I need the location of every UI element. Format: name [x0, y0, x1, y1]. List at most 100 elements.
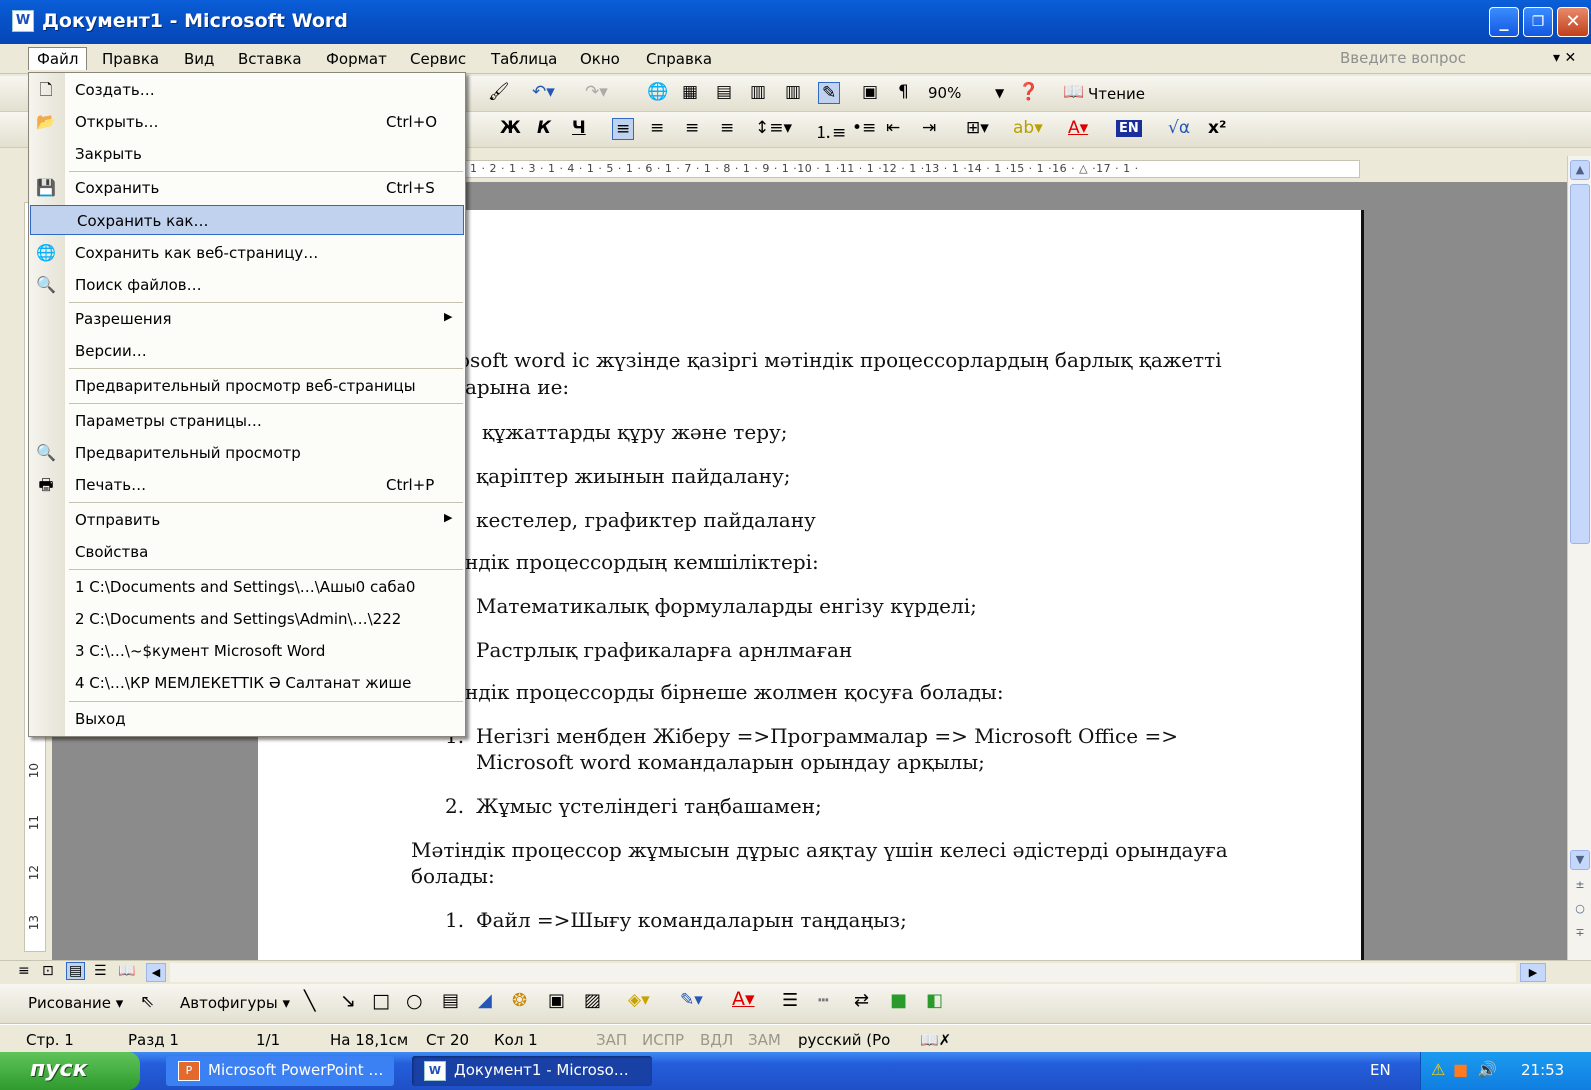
- menu-item-new[interactable]: 🗋 Создать…: [29, 75, 465, 105]
- undo-icon[interactable]: ↶▾: [532, 82, 555, 102]
- justify-icon[interactable]: ≡: [720, 118, 734, 138]
- scroll-right-icon[interactable]: ▶: [1520, 963, 1546, 982]
- word-app-icon[interactable]: W: [12, 10, 34, 32]
- increase-indent-icon[interactable]: ⇥: [922, 118, 936, 138]
- underline-button[interactable]: Ч: [572, 118, 586, 138]
- menu-view[interactable]: Вид: [184, 50, 214, 68]
- menu-item-print-preview[interactable]: 🔍 Предварительный просмотр: [29, 438, 465, 468]
- scroll-left-icon[interactable]: ◀: [146, 963, 166, 982]
- status-ovr[interactable]: ЗАМ: [748, 1031, 781, 1049]
- superscript-icon[interactable]: x²: [1208, 118, 1226, 138]
- help-box-controls[interactable]: ▾ ✕: [1553, 50, 1576, 66]
- task-word[interactable]: W Документ1 - Microso…: [412, 1056, 652, 1086]
- outline-view-icon[interactable]: ☰: [94, 963, 107, 979]
- menu-item-save-as-web[interactable]: 🌐 Сохранить как веб-страницу…: [29, 238, 465, 268]
- web-view-icon[interactable]: ⊡: [42, 963, 54, 979]
- rectangle-icon[interactable]: □: [372, 990, 390, 1012]
- volume-icon[interactable]: 🔊: [1477, 1060, 1497, 1079]
- clock[interactable]: 21:53: [1521, 1061, 1564, 1079]
- insert-excel-icon[interactable]: ▥: [750, 82, 766, 102]
- line-spacing-icon[interactable]: ↕≡▾: [755, 118, 792, 138]
- normal-view-icon[interactable]: ≡: [18, 963, 30, 979]
- tray-app-icon[interactable]: ■: [1453, 1060, 1468, 1079]
- menu-item-recent-3[interactable]: 3 C:\…\~$кумент Microsoft Word: [29, 636, 465, 666]
- title-bar[interactable]: W Документ1 - Microsoft Word _ ❐ ✕: [0, 0, 1591, 44]
- arrow-icon[interactable]: ↘: [340, 990, 356, 1012]
- line-icon[interactable]: ╲: [304, 990, 315, 1012]
- scroll-track[interactable]: [170, 963, 1516, 982]
- menu-item-open[interactable]: 📂 Открыть… Ctrl+O: [29, 107, 465, 137]
- font-color-icon[interactable]: A▾: [1068, 118, 1088, 138]
- ask-question-input[interactable]: Введите вопрос: [1340, 49, 1466, 67]
- menu-item-recent-4[interactable]: 4 C:\…\КР МЕМЛЕКЕТТІК Ә Салтанат жише: [29, 668, 465, 698]
- menu-item-exit[interactable]: Выход: [29, 704, 465, 734]
- textbox-icon[interactable]: ▤: [442, 990, 459, 1011]
- menu-item-page-setup[interactable]: Параметры страницы…: [29, 406, 465, 436]
- zoom-select[interactable]: 90%: [928, 84, 961, 102]
- format-painter-icon[interactable]: 🖌: [488, 82, 510, 102]
- language-indicator[interactable]: EN: [1370, 1061, 1391, 1079]
- menu-item-recent-2[interactable]: 2 C:\Documents and Settings\Admin\…\222: [29, 604, 465, 634]
- align-center-icon[interactable]: ≡: [650, 118, 664, 138]
- menu-item-web-preview[interactable]: Предварительный просмотр веб-страницы: [29, 371, 465, 401]
- menu-edit[interactable]: Правка: [102, 50, 159, 68]
- 3d-icon[interactable]: ◧: [926, 990, 943, 1011]
- diagram-icon[interactable]: ❂: [512, 990, 527, 1011]
- font-color-draw-icon[interactable]: A▾: [732, 988, 755, 1010]
- status-trk[interactable]: ИСПР: [642, 1031, 684, 1049]
- bullets-icon[interactable]: •≡: [852, 118, 876, 138]
- zoom-dropdown-icon[interactable]: ▼: [995, 86, 1004, 100]
- draw-menu-button[interactable]: Рисование ▾: [28, 994, 123, 1012]
- network-warning-icon[interactable]: ⚠: [1431, 1060, 1445, 1079]
- language-button[interactable]: EN: [1116, 120, 1142, 137]
- menu-insert[interactable]: Вставка: [238, 50, 302, 68]
- next-page-icon[interactable]: ∓: [1570, 924, 1590, 944]
- hyperlink-icon[interactable]: 🌐: [647, 82, 668, 102]
- drawing-icon[interactable]: ✎: [818, 82, 841, 104]
- scroll-thumb[interactable]: [1570, 184, 1590, 544]
- menu-item-save-as[interactable]: Сохранить как…: [30, 205, 464, 235]
- reading-button[interactable]: Чтение: [1088, 85, 1145, 103]
- menu-item-send-to[interactable]: Отправить ▶: [29, 505, 465, 535]
- reading-icon[interactable]: 📖: [1063, 82, 1084, 102]
- redo-icon[interactable]: ↷▾: [585, 82, 608, 102]
- reading-view-icon[interactable]: 📖: [118, 963, 135, 979]
- status-rec[interactable]: ЗАП: [596, 1031, 627, 1049]
- start-button[interactable]: пуск: [0, 1052, 140, 1090]
- border-icon[interactable]: ⊞▾: [966, 118, 989, 138]
- close-button[interactable]: ✕: [1557, 7, 1589, 37]
- oval-icon[interactable]: ○: [406, 990, 423, 1012]
- highlight-icon[interactable]: ab▾: [1013, 118, 1043, 138]
- menu-item-save[interactable]: 💾 Сохранить Ctrl+S: [29, 173, 465, 203]
- insert-table-icon[interactable]: ▤: [716, 82, 732, 102]
- maximize-button[interactable]: ❐: [1523, 7, 1553, 37]
- vertical-scrollbar[interactable]: ▲ ▼ ± ○ ∓: [1567, 156, 1591, 961]
- menu-item-file-search[interactable]: 🔍 Поиск файлов…: [29, 270, 465, 300]
- prev-page-icon[interactable]: ±: [1570, 876, 1590, 896]
- tables-borders-icon[interactable]: ▦: [682, 82, 698, 102]
- print-layout-icon[interactable]: ▤: [66, 962, 86, 980]
- arrow-style-icon[interactable]: ⇄: [854, 990, 869, 1011]
- scroll-up-icon[interactable]: ▲: [1570, 160, 1590, 180]
- line-color-icon[interactable]: ✎▾: [680, 990, 703, 1010]
- clipart-icon[interactable]: ▣: [548, 990, 565, 1011]
- columns-icon[interactable]: ▥: [785, 82, 801, 102]
- horizontal-scrollbar[interactable]: ≡ ⊡ ▤ ☰ 📖 ◀ ▶: [0, 960, 1591, 984]
- menu-format[interactable]: Формат: [326, 50, 387, 68]
- align-left-icon[interactable]: ≡: [612, 118, 635, 140]
- fill-color-icon[interactable]: ◈▾: [628, 990, 650, 1010]
- ruler-scale[interactable]: · 1 · 2 · 1 · 3 · 1 · 4 · 1 · 5 · 1 · 6 …: [455, 160, 1360, 178]
- menu-help[interactable]: Справка: [646, 50, 712, 68]
- show-formatting-icon[interactable]: ¶: [898, 82, 909, 102]
- menu-item-close[interactable]: Закрыть: [29, 139, 465, 169]
- menu-file[interactable]: Файл: [28, 47, 88, 70]
- menu-item-versions[interactable]: Версии…: [29, 336, 465, 366]
- numbering-icon[interactable]: ⒈≡: [815, 118, 846, 143]
- browse-object-icon[interactable]: ○: [1570, 900, 1590, 920]
- menu-window[interactable]: Окно: [580, 50, 620, 68]
- scroll-down-icon[interactable]: ▼: [1570, 850, 1590, 870]
- spelling-status-icon[interactable]: 📖✗: [920, 1031, 951, 1049]
- task-powerpoint[interactable]: P Microsoft PowerPoint …: [166, 1056, 394, 1086]
- align-right-icon[interactable]: ≡: [685, 118, 699, 138]
- status-ext[interactable]: ВДЛ: [700, 1031, 733, 1049]
